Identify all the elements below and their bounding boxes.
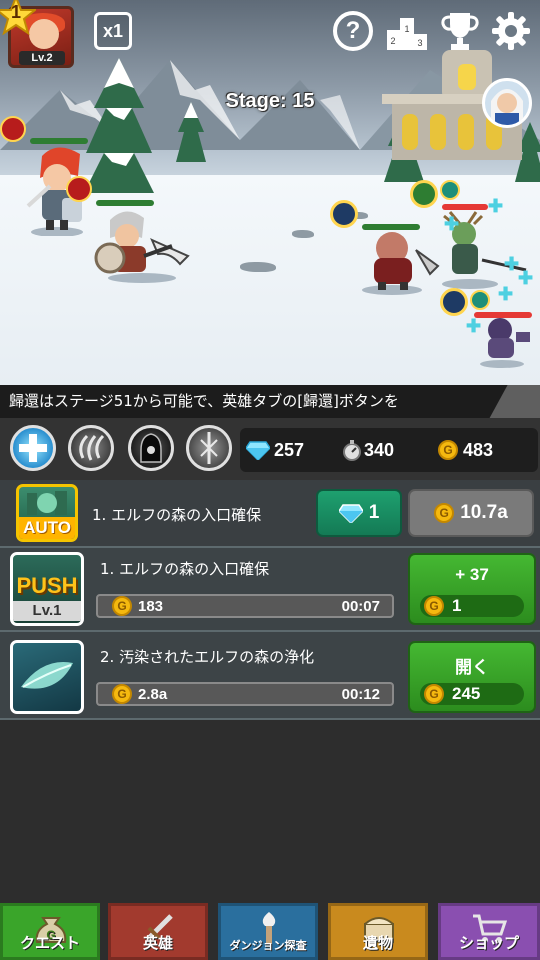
star-level-number: 1 — [10, 2, 21, 22]
auto-gem-cost: 1 — [368, 502, 380, 523]
news-ticker: 歸還はステージ51から可能で、英雄タブの[歸還]ボタンを — [0, 385, 540, 418]
push-level-label: Lv.1 — [13, 601, 81, 621]
whirlwind-icon — [79, 434, 105, 461]
quest-title: 1. エルフの森の入口確保 — [100, 560, 270, 578]
heal-sparkle-icon: ✚ — [518, 268, 534, 288]
forest-icon — [27, 491, 67, 515]
gold-counter: G 483 — [438, 428, 493, 472]
svg-text:2: 2 — [390, 36, 395, 46]
enemy-dark-elf — [480, 318, 530, 368]
hero-level-label: Lv.2 — [19, 51, 65, 65]
nav-tab-label: ダンジョン探査 — [229, 939, 307, 952]
quest-progress-bar: G 183 00:07 — [96, 594, 394, 618]
nav-tab-shop[interactable]: ショップ — [438, 903, 540, 960]
skill-shadow-button[interactable] — [128, 425, 174, 471]
quest-reward: 183 — [138, 597, 164, 615]
skill-heal-button[interactable] — [10, 425, 56, 471]
guardian-buff-icon — [0, 116, 26, 142]
gold-coin-icon: G — [424, 684, 444, 704]
skill-whirlwind-button[interactable] — [68, 425, 114, 471]
stage-label: Stage: 15 — [225, 90, 315, 112]
nav-tab-label: 英雄 — [142, 934, 173, 952]
quest-progress-bar: G 2.8a 00:12 — [96, 682, 394, 706]
gold-coin-icon: G — [112, 596, 132, 616]
nav-tab-quest[interactable]: G クエスト — [0, 903, 100, 960]
podium-icon: 2 1 3 — [387, 18, 427, 50]
settings-button[interactable] — [490, 10, 532, 52]
gear-icon — [492, 12, 530, 50]
hooded-figure-icon — [140, 433, 162, 463]
quest-timer: 00:07 — [341, 597, 380, 615]
boss-portrait-button[interactable] — [482, 78, 532, 128]
auto-quest-icon[interactable]: AUTO — [16, 484, 78, 542]
heal-cross-icon — [19, 434, 47, 462]
heal-sparkle-icon: ✚ — [498, 284, 514, 304]
heal-sparkle-icon: ✚ — [488, 196, 504, 216]
guardian-buff-icon — [66, 176, 92, 202]
auto-quest-title: 1. エルフの森の入口確保 — [92, 506, 262, 524]
hero-viking — [94, 211, 190, 283]
gold-coin-icon: G — [424, 596, 444, 616]
blade-icon — [200, 432, 218, 464]
gold-coin-icon: G — [112, 684, 132, 704]
nav-tab-label: 遺物 — [362, 934, 393, 952]
nature-buff-icon — [440, 180, 460, 200]
gem-amount: 257 — [274, 439, 305, 460]
auto-gem-buy-button[interactable]: 1 — [316, 489, 402, 537]
push-label: PUSH — [16, 573, 78, 598]
boss-avatar-icon — [491, 89, 523, 125]
nav-tab-dungeon[interactable]: ダンジョン探査 — [218, 903, 318, 960]
trophy-icon — [441, 13, 479, 50]
nav-tab-relics[interactable]: 遺物 — [328, 903, 428, 960]
nav-tab-label: クエスト — [19, 934, 80, 952]
stopwatch-counter: 340 — [342, 428, 394, 472]
attack-target-icon — [330, 200, 358, 228]
rock — [240, 262, 276, 272]
heal-sparkle-icon: ✚ — [444, 214, 460, 234]
quest-reward: 2.8a — [138, 685, 168, 703]
heal-target-icon — [410, 180, 438, 208]
pine-tree — [84, 58, 154, 193]
rock — [292, 230, 314, 238]
quest-icon-purify[interactable] — [10, 640, 84, 714]
quest-title: 2. 汚染されたエルフの森の浄化 — [100, 648, 315, 666]
achievements-button[interactable] — [440, 10, 480, 52]
star-level-badge: 1 — [0, 0, 38, 36]
svg-text:1: 1 — [404, 24, 409, 34]
stopwatch-amount: 340 — [364, 439, 395, 460]
upgrade-cost: 1 — [452, 596, 462, 615]
unlock-cost: 245 — [452, 684, 481, 703]
auto-gold-cost: 10.7a — [460, 502, 508, 523]
nature-buff-icon — [470, 290, 490, 310]
hero-hp-bar — [30, 138, 88, 144]
quest-unlock-button[interactable]: 開く G 245 — [408, 641, 536, 713]
enemy-orc — [362, 232, 440, 295]
battle-scene: ✚ ✚ ✚ ✚ ✚ ✚ Lv.2 1 x1 Stage: 15 ? 2 1 3 — [0, 0, 540, 385]
auto-gold-buy-button[interactable]: G 10.7a — [408, 489, 534, 537]
diamond-icon — [246, 441, 270, 460]
heal-sparkle-icon: ✚ — [504, 254, 520, 274]
gold-coin-icon: G — [438, 440, 458, 460]
speed-toggle-button[interactable]: x1 — [94, 12, 132, 50]
ranking-button[interactable]: 2 1 3 — [385, 12, 429, 52]
gold-amount: 483 — [463, 439, 494, 460]
diamond-icon — [338, 504, 363, 523]
skill-blade-button[interactable] — [186, 425, 232, 471]
crystal-leaf-icon — [21, 662, 73, 689]
svg-text:3: 3 — [417, 38, 422, 48]
quest-icon-push[interactable]: PUSH Lv.1 — [10, 552, 84, 626]
nav-tab-label: ショップ — [458, 934, 519, 952]
nav-tab-heroes[interactable]: 英雄 — [108, 903, 208, 960]
help-button[interactable]: ? — [333, 11, 373, 51]
unlock-label: 開く — [455, 658, 489, 677]
quest-upgrade-button[interactable]: + 37 G 1 — [408, 553, 536, 625]
auto-label: AUTO — [19, 517, 75, 539]
stopwatch-icon — [343, 440, 361, 461]
upgrade-amount-label: + 37 — [455, 565, 489, 584]
attack-target-icon — [440, 288, 468, 316]
gold-coin-icon: G — [434, 503, 455, 523]
gem-counter: 257 — [246, 428, 304, 472]
quest-timer: 00:12 — [341, 685, 380, 703]
